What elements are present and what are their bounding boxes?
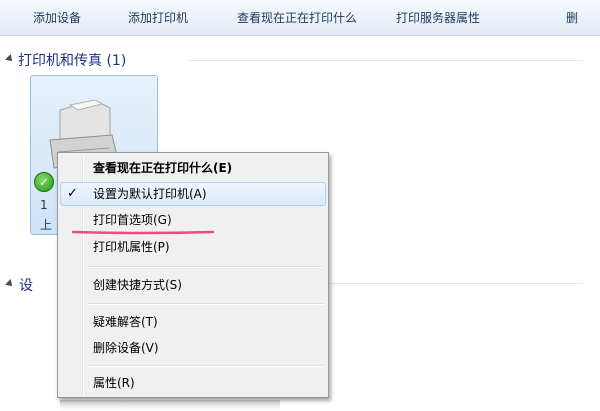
menu-item-label: 疑难解答(T) [93,315,158,329]
default-printer-check-icon: ✓ [34,172,54,192]
menu-item-label: 创建快捷方式(S) [93,278,182,292]
menu-item-label: 设置为默认打印机(A) [93,187,207,201]
context-menu: 查看现在正在打印什么(E) ✓ 设置为默认打印机(A) 打印首选项(G) 打印机… [57,152,329,398]
group-divider [330,283,583,284]
menu-separator [88,365,324,367]
device-label-line1: 1 [40,198,48,212]
add-printer-button[interactable]: 添加打印机 [128,9,188,27]
remove-device-button[interactable]: 删 [566,9,578,27]
command-bar: 添加设备 添加打印机 查看现在正在打印什么 打印服务器属性 删 [0,0,600,36]
device-label-line2: 上 [40,218,53,232]
group-header-printers[interactable]: 打印机和传真 (1) [18,50,126,70]
menu-item-see-whats-printing[interactable]: 查看现在正在打印什么(E) [60,156,326,180]
device-label-partial: 1 上 [40,195,52,235]
print-server-properties-button[interactable]: 打印服务器属性 [396,9,480,27]
collapse-arrow-icon[interactable] [5,54,15,64]
menu-item-troubleshoot[interactable]: 疑难解答(T) [60,310,326,334]
group-header-devices-partial[interactable]: 设 [19,275,33,295]
menu-separator [88,266,324,268]
menu-item-label: 查看现在正在打印什么(E) [93,161,233,175]
collapse-arrow-icon[interactable] [5,279,15,289]
add-device-button[interactable]: 添加设备 [33,9,81,27]
menu-item-set-as-default[interactable]: ✓ 设置为默认打印机(A) [60,182,326,206]
group-divider [188,60,583,61]
menu-item-printer-properties[interactable]: 打印机属性(P) [60,235,326,259]
menu-item-properties[interactable]: 属性(R) [60,371,326,395]
highlight-underline [72,230,214,235]
menu-item-label: 属性(R) [93,376,135,390]
menu-item-create-shortcut[interactable]: 创建快捷方式(S) [60,273,326,297]
checkmark-icon: ✓ [67,186,78,201]
menu-item-remove-device[interactable]: 删除设备(V) [60,336,326,360]
see-whats-printing-button[interactable]: 查看现在正在打印什么 [237,9,357,27]
menu-item-label: 打印首选项(G) [93,213,172,227]
menu-item-printing-preferences[interactable]: 打印首选项(G) [60,208,326,232]
menu-item-label: 删除设备(V) [93,341,159,355]
device-tile-partial [60,400,280,411]
menu-separator [88,303,324,305]
menu-item-label: 打印机属性(P) [93,240,170,254]
